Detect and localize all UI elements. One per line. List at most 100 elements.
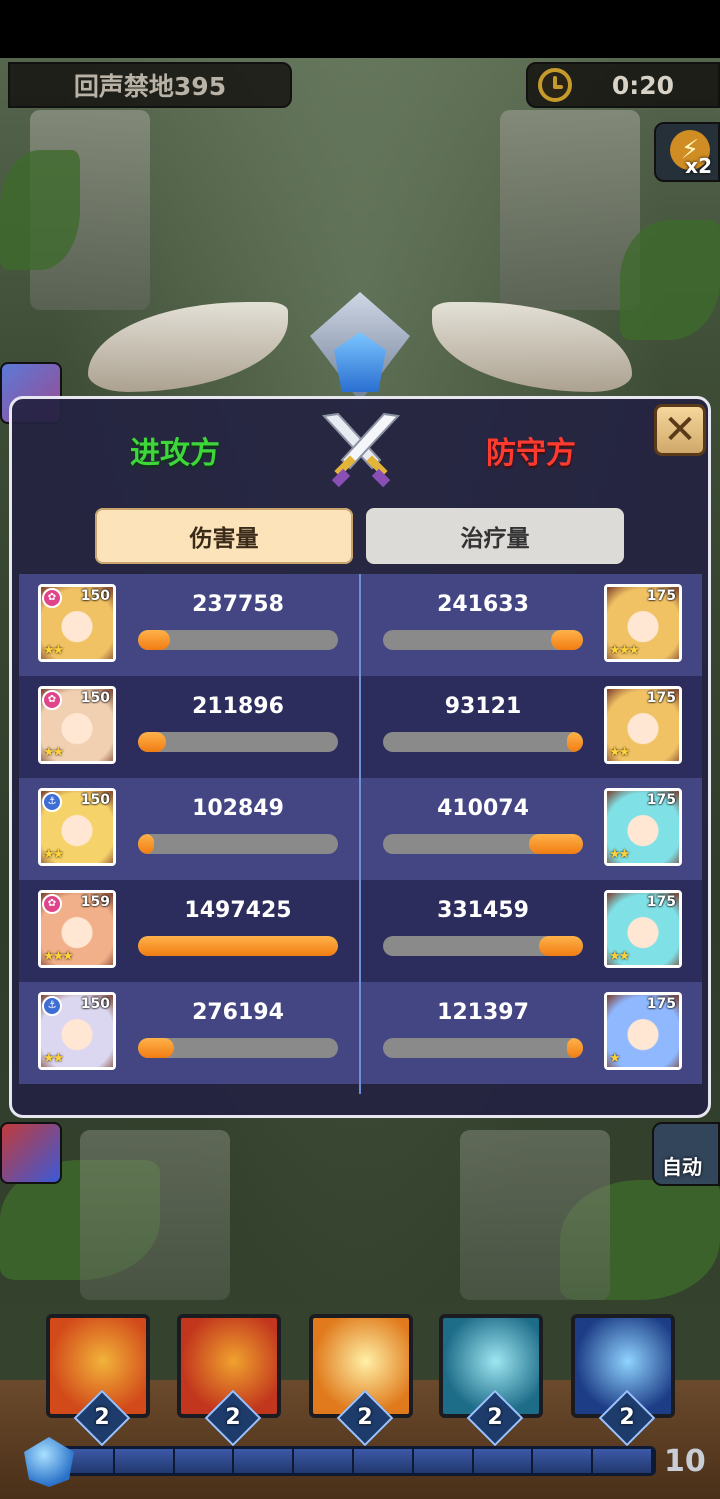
energy-bar <box>52 1446 656 1476</box>
status-bar <box>0 0 720 58</box>
damage-bar-fill <box>529 834 583 854</box>
damage-bar-fill <box>138 936 338 956</box>
star-rating: ★ <box>609 1051 621 1066</box>
star-rating: ★★ <box>609 949 630 964</box>
energy-segment <box>174 1449 235 1473</box>
defender-damage-bar <box>383 936 583 956</box>
star-rating: ★★ <box>609 745 630 760</box>
defender-hero-portrait[interactable]: 175 ★★★ <box>604 584 682 662</box>
attacker-hero-portrait[interactable]: ⚓ 150 ★★ <box>38 992 116 1070</box>
speed-multiplier: x2 <box>685 154 712 178</box>
hero-level: 150 <box>80 588 110 604</box>
energy-count: 10 <box>664 1444 706 1479</box>
lotus-faction-icon: ✿ <box>42 894 62 914</box>
attacker-hero-portrait[interactable]: ✿ 159 ★★★ <box>38 890 116 968</box>
attacker-damage-bar <box>138 1038 338 1058</box>
star-rating: ★★ <box>43 847 64 862</box>
defender-damage-value: 410074 <box>437 796 529 821</box>
defender-damage-value: 331459 <box>437 898 529 923</box>
damage-bar-fill <box>138 732 166 752</box>
stone-pillar <box>80 1130 230 1300</box>
left-skill-icon-lower[interactable] <box>0 1122 62 1184</box>
defender-damage-value: 121397 <box>437 1000 529 1025</box>
star-rating: ★★ <box>43 643 64 658</box>
defender-damage-bar <box>383 834 583 854</box>
damage-bar-fill <box>539 936 583 956</box>
skill-cost: 2 <box>619 1405 635 1430</box>
damage-bar-fill <box>138 834 154 854</box>
defender-hero-portrait[interactable]: 175 ★ <box>604 992 682 1070</box>
close-button[interactable]: ✕ <box>654 404 706 456</box>
side-divider <box>359 574 361 1094</box>
hero-level: 175 <box>646 894 676 910</box>
star-rating: ★★ <box>43 1051 64 1066</box>
auto-battle-button[interactable]: 自动 <box>652 1122 720 1186</box>
star-rating: ★★★ <box>43 949 74 964</box>
tab-damage[interactable]: 伤害量 <box>95 508 353 564</box>
stone-pillar <box>500 110 640 310</box>
anchor-faction-icon: ⚓ <box>42 996 62 1016</box>
hero-level: 150 <box>80 792 110 808</box>
hero-level: 150 <box>80 996 110 1012</box>
skill-cost: 2 <box>357 1405 373 1430</box>
skill-cost: 2 <box>487 1405 503 1430</box>
damage-bar-fill <box>138 1038 174 1058</box>
defender-hero-portrait[interactable]: 175 ★★ <box>604 788 682 866</box>
energy-segment <box>593 1449 653 1473</box>
attacker-damage-bar <box>138 732 338 752</box>
anchor-faction-icon: ⚓ <box>42 792 62 812</box>
attacker-damage-bar <box>138 834 338 854</box>
speed-toggle-button[interactable]: ⚡ x2 <box>654 122 720 182</box>
defender-damage-value: 93121 <box>444 694 522 719</box>
skill-cost: 2 <box>94 1405 110 1430</box>
hero-level: 175 <box>646 690 676 706</box>
star-rating: ★★★ <box>609 643 640 658</box>
defender-damage-bar <box>383 732 583 752</box>
crossed-swords-icon <box>321 412 401 488</box>
timer-text: 0:20 <box>611 70 674 100</box>
attacker-damage-bar <box>138 936 338 956</box>
lotus-faction-icon: ✿ <box>42 588 62 608</box>
star-rating: ★★ <box>609 847 630 862</box>
attacker-hero-portrait[interactable]: ✿ 150 ★★ <box>38 584 116 662</box>
attacker-hero-portrait[interactable]: ⚓ 150 ★★ <box>38 788 116 866</box>
skill-button-5[interactable]: 2 <box>571 1314 675 1447</box>
attacker-damage-value: 102849 <box>192 796 284 821</box>
defender-hero-portrait[interactable]: 175 ★★ <box>604 890 682 968</box>
stage-name-label: 回声禁地395 <box>8 62 292 108</box>
victory-emblem <box>88 292 632 412</box>
attacker-damage-value: 237758 <box>192 592 284 617</box>
clock-icon <box>538 68 572 102</box>
attacker-damage-bar <box>138 630 338 650</box>
damage-bar-fill <box>567 732 583 752</box>
attacker-title: 进攻方 <box>130 436 220 471</box>
energy-segment <box>114 1449 175 1473</box>
attacker-damage-value: 276194 <box>192 1000 284 1025</box>
skill-cost: 2 <box>225 1405 241 1430</box>
skill-button-4[interactable]: 2 <box>439 1314 543 1447</box>
auto-battle-label: 自动 <box>662 1155 702 1179</box>
skill-button-1[interactable]: 2 <box>46 1314 150 1447</box>
skill-button-3[interactable]: 2 <box>309 1314 413 1447</box>
hero-level: 175 <box>646 996 676 1012</box>
damage-bar-fill <box>551 630 583 650</box>
hero-level: 175 <box>646 792 676 808</box>
defender-damage-bar <box>383 630 583 650</box>
stage-name-text: 回声禁地395 <box>73 72 227 101</box>
attacker-damage-value: 1497425 <box>184 898 292 923</box>
energy-segment <box>533 1449 594 1473</box>
left-wing <box>88 302 288 392</box>
defender-hero-portrait[interactable]: 175 ★★ <box>604 686 682 764</box>
hero-level: 159 <box>80 894 110 910</box>
energy-segment <box>473 1449 534 1473</box>
stone-pillar <box>460 1130 610 1300</box>
energy-segment <box>294 1449 354 1473</box>
damage-bar-fill <box>138 630 170 650</box>
tab-healing[interactable]: 治疗量 <box>366 508 624 564</box>
attacker-damage-value: 211896 <box>192 694 284 719</box>
close-icon: ✕ <box>663 407 697 453</box>
skill-button-2[interactable]: 2 <box>177 1314 281 1447</box>
energy-segment <box>413 1449 474 1473</box>
attacker-hero-portrait[interactable]: ✿ 150 ★★ <box>38 686 116 764</box>
damage-bar-fill <box>567 1038 583 1058</box>
